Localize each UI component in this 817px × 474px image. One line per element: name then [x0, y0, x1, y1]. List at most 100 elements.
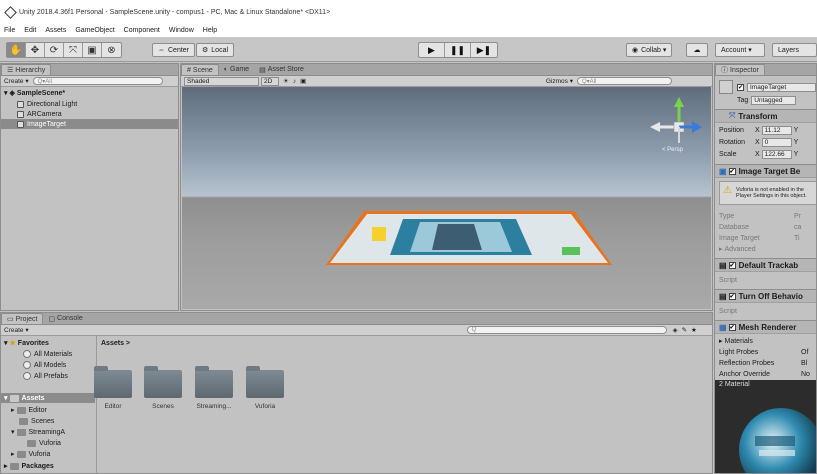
move-tool-icon[interactable]: ✥: [26, 43, 45, 57]
project-search-input[interactable]: Q: [466, 326, 667, 334]
hierarchy-item-arcamera[interactable]: ARCamera: [1, 109, 178, 119]
step-button[interactable]: ▶❚: [471, 43, 497, 57]
favorite-star-icon[interactable]: ★: [691, 326, 697, 334]
hierarchy-subbar: Create ▾ Q▾All: [1, 76, 178, 87]
hierarchy-create-button[interactable]: Create ▾: [4, 77, 29, 85]
console-icon: ▢: [48, 315, 56, 323]
project-icon: ▭: [7, 316, 14, 323]
effects-toggle-icon[interactable]: ▣: [300, 77, 306, 85]
menu-help[interactable]: Help: [203, 27, 217, 34]
project-create-button[interactable]: Create ▾: [4, 326, 29, 334]
folder-vuforia[interactable]: [246, 366, 284, 400]
transform-header[interactable]: ⤧ Transform: [715, 109, 816, 123]
turn-off-checkbox[interactable]: ✔: [728, 292, 736, 300]
position-x-field[interactable]: 11.12: [761, 125, 792, 135]
lighting-toggle-icon[interactable]: ☀: [283, 77, 289, 85]
scene-search-input[interactable]: Q▾All: [577, 77, 672, 85]
tab-hierarchy[interactable]: ☰ Hierarchy: [1, 64, 52, 75]
materials-foldout[interactable]: ▸ Materials: [719, 336, 816, 346]
favorite-all-materials[interactable]: All Materials: [1, 349, 95, 359]
menu-edit[interactable]: Edit: [24, 27, 36, 34]
folder-icon: [16, 428, 26, 436]
advanced-label: Advanced: [724, 245, 756, 253]
persp-label[interactable]: < Persp: [662, 147, 683, 153]
scale-tool-icon[interactable]: ⤧: [64, 43, 83, 57]
breadcrumb[interactable]: Assets >: [101, 340, 130, 347]
collab-button[interactable]: ◉ Collab ▾: [626, 43, 673, 57]
packages-root[interactable]: ▸ Packages: [1, 461, 95, 471]
folder-editor[interactable]: [94, 366, 132, 400]
mode-2d-toggle[interactable]: 2D: [261, 76, 279, 86]
default-trackable-header[interactable]: ▤ ✔ Default Trackab: [715, 258, 816, 272]
default-trackable-checkbox[interactable]: ✔: [728, 261, 736, 269]
menu-component[interactable]: Component: [124, 27, 160, 34]
pause-button[interactable]: ❚❚: [445, 43, 471, 57]
tab-asset-store[interactable]: ▤ Asset Store: [254, 64, 309, 75]
advanced-foldout[interactable]: ▸ Advanced: [719, 244, 816, 254]
tag-dropdown[interactable]: Untagged: [751, 95, 797, 105]
materials-label: Materials: [724, 337, 753, 345]
menu-assets[interactable]: Assets: [45, 27, 66, 34]
type-value[interactable]: Pr: [794, 213, 801, 220]
favorite-all-models[interactable]: All Models: [1, 360, 95, 370]
info-icon: ⓘ: [721, 67, 728, 74]
mesh-renderer-checkbox[interactable]: ✔: [728, 323, 736, 331]
filter-label-icon[interactable]: ✎: [682, 326, 687, 334]
menu-file[interactable]: File: [4, 27, 15, 34]
tree-editor[interactable]: ▸ Editor: [1, 405, 95, 415]
scene-name: SampleScene*: [16, 89, 66, 97]
hierarchy-item-imagetarget[interactable]: ImageTarget: [1, 119, 178, 129]
tab-scene[interactable]: # Scene: [181, 64, 219, 75]
hand-tool-icon[interactable]: ✋: [7, 43, 26, 57]
y-label: Y: [793, 126, 799, 134]
image-target-value[interactable]: Ti: [794, 235, 800, 242]
cloud-button[interactable]: ☁: [686, 43, 708, 57]
gizmos-dropdown[interactable]: Gizmos ▾: [546, 77, 573, 85]
favorites-header[interactable]: ▾ ★ Favorites: [1, 338, 95, 348]
rotate-tool-icon[interactable]: ⟳: [45, 43, 64, 57]
scene-root-row[interactable]: ▾ ◈ SampleScene*: [1, 88, 178, 98]
mesh-renderer-header[interactable]: ▦ ✔ Mesh Renderer: [715, 320, 816, 334]
object-name-field[interactable]: ImageTarget: [747, 82, 816, 92]
play-button[interactable]: ▶: [419, 43, 445, 57]
scene-viewport[interactable]: < Persp: [182, 87, 711, 309]
tab-console[interactable]: ▢ Console: [43, 313, 87, 324]
folder-streaming[interactable]: [195, 366, 233, 400]
tab-inspector[interactable]: ⓘ Inspector: [715, 64, 765, 75]
tab-game[interactable]: ◐ Game: [219, 64, 254, 75]
assets-root[interactable]: ▾ Assets: [1, 393, 95, 403]
menu-window[interactable]: Window: [169, 27, 194, 34]
anchor-override-label: Anchor Override: [719, 370, 770, 378]
database-value[interactable]: ca: [794, 224, 801, 231]
tree-streamingassets[interactable]: ▾ StreamingA: [1, 427, 95, 437]
active-checkbox[interactable]: ✔: [737, 83, 744, 91]
tree-streaming-vuforia[interactable]: Vuforia: [1, 438, 95, 448]
account-dropdown[interactable]: Account ▾: [715, 43, 765, 57]
reflection-probes-value[interactable]: Bl: [801, 360, 807, 367]
scene-gizmo[interactable]: [650, 97, 702, 143]
image-target-enabled-checkbox[interactable]: ✔: [728, 167, 736, 175]
material-preview[interactable]: 2 Material: [715, 380, 816, 473]
filter-type-icon[interactable]: ◈: [673, 326, 678, 334]
pivot-center-button[interactable]: ⇔ Center: [152, 43, 196, 57]
tab-project[interactable]: ▭ Project: [1, 313, 44, 324]
rotation-x-field[interactable]: 0: [761, 137, 792, 147]
anchor-override-value[interactable]: No: [801, 371, 810, 378]
favorite-all-prefabs[interactable]: All Prefabs: [1, 371, 95, 381]
shading-mode-dropdown[interactable]: Shaded: [184, 76, 259, 86]
layers-dropdown[interactable]: Layers: [772, 43, 817, 57]
menu-gameobject[interactable]: GameObject: [75, 27, 114, 34]
audio-toggle-icon[interactable]: ♪: [293, 78, 296, 85]
hierarchy-item-directional-light[interactable]: Directional Light: [1, 99, 178, 109]
light-probes-value[interactable]: Of: [801, 349, 808, 356]
hierarchy-search-input[interactable]: Q▾All: [32, 77, 163, 85]
image-target-header[interactable]: ▣ ✔ Image Target Be: [715, 164, 816, 178]
transform-tool-icon[interactable]: ⊗: [102, 43, 121, 57]
turn-off-behaviour-header[interactable]: ▤ ✔ Turn Off Behavio: [715, 289, 816, 303]
tree-vuforia[interactable]: ▸ Vuforia: [1, 449, 95, 459]
pivot-local-button[interactable]: ⚙ Local: [196, 43, 235, 57]
tree-scenes[interactable]: Scenes: [1, 416, 95, 426]
folder-scenes[interactable]: [144, 366, 182, 400]
scale-x-field[interactable]: 122.66: [761, 149, 792, 159]
rect-tool-icon[interactable]: ▣: [83, 43, 102, 57]
